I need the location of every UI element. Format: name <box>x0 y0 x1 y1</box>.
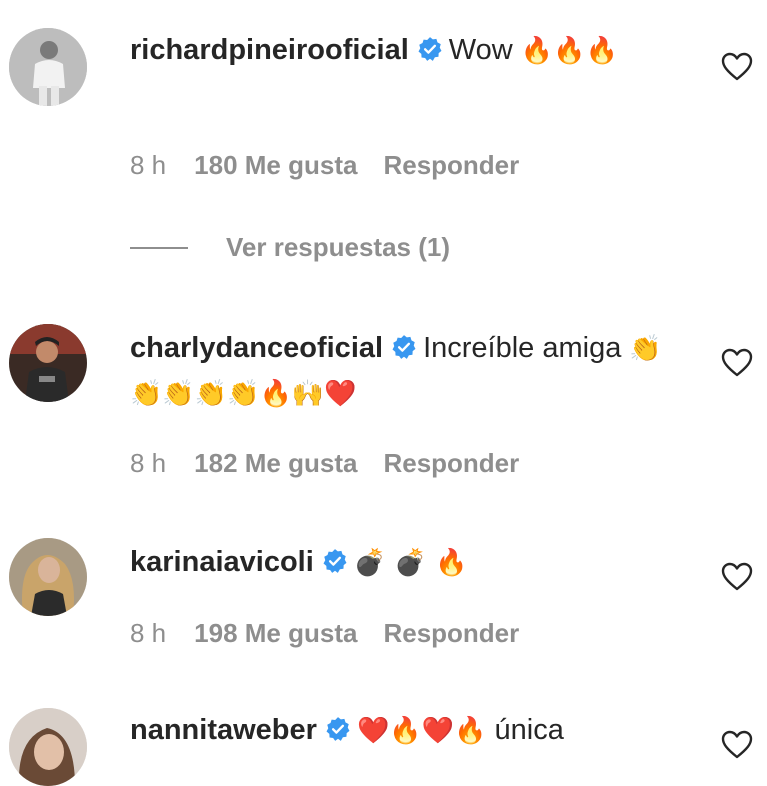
comment-body: charlydanceoficial Increíble amiga 👏👏👏👏👏🔥… <box>130 326 690 416</box>
avatar[interactable] <box>9 708 87 786</box>
replies-divider <box>130 246 188 249</box>
comment-emojis: ❤️🔥❤️🔥 <box>356 716 487 746</box>
comment-likes[interactable]: 180 Me gusta <box>194 150 357 180</box>
comment-username[interactable]: charlydanceoficial <box>130 332 383 364</box>
verified-badge-icon <box>322 548 348 574</box>
like-heart-icon[interactable] <box>721 730 753 760</box>
reply-button[interactable]: Responder <box>383 150 519 180</box>
comment-text: Increíble amiga <box>423 332 622 364</box>
comment-meta: 8 h 182 Me gusta Responder <box>130 448 545 479</box>
view-replies-button[interactable]: Ver respuestas (1) <box>130 232 450 268</box>
verified-badge-icon <box>417 36 443 62</box>
avatar[interactable] <box>9 538 87 616</box>
comment-body: karinaiavicoli 💣 💣 🔥 <box>130 540 690 585</box>
verified-badge-icon <box>325 716 351 742</box>
comment-body: nannitaweber ❤️🔥❤️🔥 única <box>130 708 690 753</box>
comment-body: richardpineirooficial Wow 🔥🔥🔥 <box>130 28 690 73</box>
reply-button[interactable]: Responder <box>383 618 519 648</box>
comment-time: 8 h <box>130 618 167 648</box>
comment-emojis: 💣 💣 🔥 <box>353 548 468 578</box>
comment-time: 8 h <box>130 150 167 180</box>
comment-username[interactable]: karinaiavicoli <box>130 546 314 578</box>
reply-button[interactable]: Responder <box>383 448 519 478</box>
comment-text: única <box>494 714 564 746</box>
comment-meta: 8 h 198 Me gusta Responder <box>130 618 545 649</box>
comment-time: 8 h <box>130 448 167 478</box>
like-heart-icon[interactable] <box>721 348 753 378</box>
comment-text: Wow <box>448 34 513 66</box>
avatar[interactable] <box>9 28 87 106</box>
like-heart-icon[interactable] <box>721 562 753 592</box>
comment-meta: 8 h 180 Me gusta Responder <box>130 150 545 181</box>
view-replies-label: Ver respuestas (1) <box>226 232 451 262</box>
like-heart-icon[interactable] <box>721 52 753 82</box>
comment-username[interactable]: richardpineirooficial <box>130 34 409 66</box>
comment-likes[interactable]: 182 Me gusta <box>194 448 357 478</box>
avatar[interactable] <box>9 324 87 402</box>
comment-likes[interactable]: 198 Me gusta <box>194 618 357 648</box>
comment-emojis: 🔥🔥🔥 <box>520 36 618 66</box>
verified-badge-icon <box>391 334 417 360</box>
comment-username[interactable]: nannitaweber <box>130 714 317 746</box>
